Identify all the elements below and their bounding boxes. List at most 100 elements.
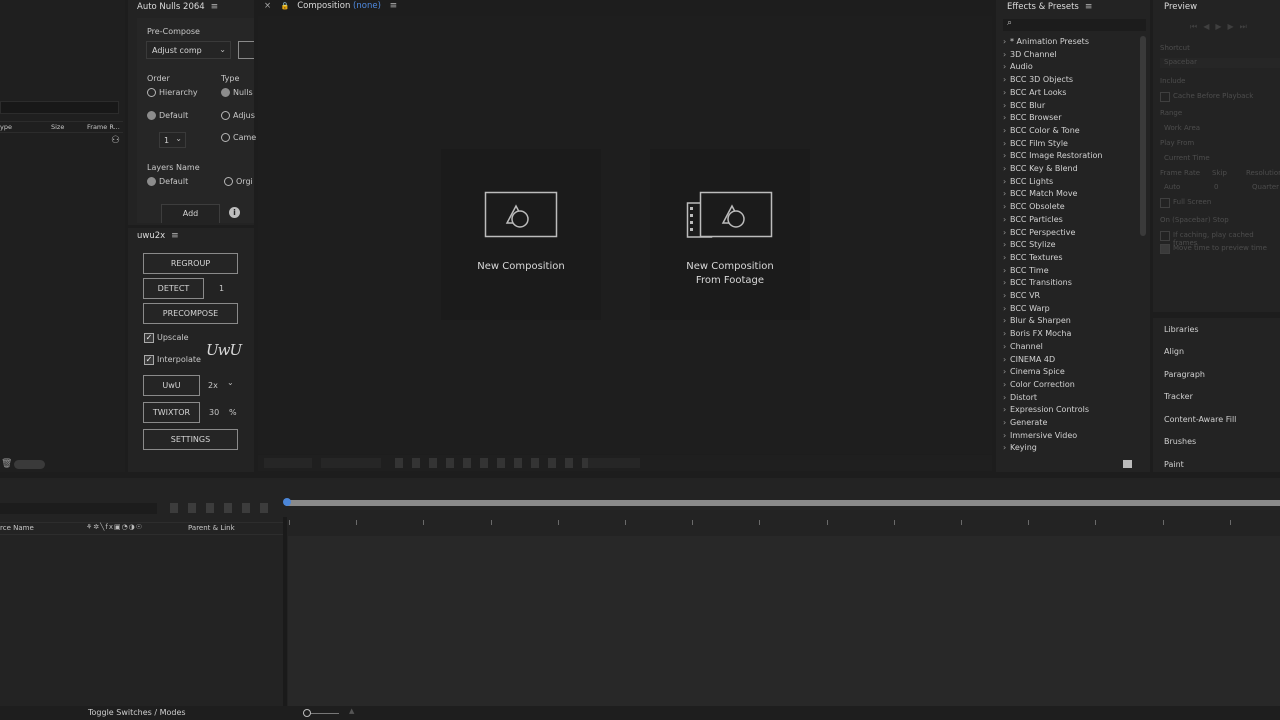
effects-list-item[interactable]: › Blur & Sharpen	[1003, 315, 1071, 328]
resolution-value[interactable]: Quarter	[1252, 183, 1279, 191]
timeline-work-area-bar[interactable]	[286, 500, 1280, 506]
detect-value[interactable]: 1	[219, 284, 224, 293]
if-caching-checkbox[interactable]	[1160, 231, 1170, 241]
switches-icons[interactable]: ⚘✲╲fx▣◔◑☉	[86, 523, 143, 531]
timeline-tool-icons[interactable]	[170, 503, 273, 513]
effects-list-item[interactable]: › Immersive Video	[1003, 430, 1077, 443]
effects-list-item[interactable]: › BCC Transitions	[1003, 277, 1072, 290]
precompose-select[interactable]: Adjust comp ⌄	[146, 41, 231, 59]
play-from-value[interactable]: Current Time	[1164, 154, 1210, 162]
effects-list-item[interactable]: › BCC Image Restoration	[1003, 150, 1103, 163]
regroup-button[interactable]: REGROUP	[143, 253, 238, 274]
effects-list-item[interactable]: › Channel	[1003, 341, 1043, 354]
timeline-divider[interactable]	[283, 517, 287, 710]
order-number-select[interactable]: 1 ⌄	[159, 132, 186, 148]
precompose-extra-button[interactable]	[238, 41, 254, 59]
magnification-select[interactable]	[264, 458, 312, 468]
effects-list-item[interactable]: › BCC VR	[1003, 290, 1040, 303]
full-screen-checkbox[interactable]	[1160, 198, 1170, 208]
lock-icon[interactable]: 🔒	[281, 2, 290, 10]
chevron-down-icon[interactable]: ⌄	[227, 378, 234, 387]
twixtor-value[interactable]: 30	[209, 408, 219, 417]
effects-list-item[interactable]: › BCC Art Looks	[1003, 87, 1066, 100]
effects-list-item[interactable]: › Generate	[1003, 417, 1047, 430]
composition-tab[interactable]: × 🔒 Composition (none) ≡	[264, 1, 397, 15]
effects-list-item[interactable]: › BCC Stylize	[1003, 239, 1056, 252]
upscale-checkbox[interactable]: ✓	[144, 333, 154, 343]
effects-list-item[interactable]: › BCC Match Move	[1003, 188, 1077, 201]
column-size[interactable]: Size	[51, 123, 64, 131]
effects-list-item[interactable]: › BCC Color & Tone	[1003, 125, 1080, 138]
exposure-field[interactable]	[588, 458, 640, 468]
twixtor-button[interactable]: TWIXTOR	[143, 402, 200, 423]
effects-list-item[interactable]: › BCC Browser	[1003, 112, 1061, 125]
cache-before-playback-checkbox[interactable]	[1160, 92, 1170, 102]
effects-list-item[interactable]: › BCC Obsolete	[1003, 201, 1065, 214]
work-area-start-handle[interactable]	[283, 498, 291, 506]
move-time-checkbox[interactable]	[1160, 244, 1170, 254]
source-name-column[interactable]: rce Name	[0, 524, 34, 532]
effects-list-item[interactable]: › Distort	[1003, 392, 1037, 405]
effects-list-item[interactable]: › BCC Film Style	[1003, 138, 1068, 151]
panel-menu-icon[interactable]: ≡	[390, 1, 398, 11]
panel-menu-icon[interactable]: ≡	[211, 2, 219, 12]
effects-search[interactable]: ⌕	[1003, 18, 1146, 31]
order-hierarchy-radio[interactable]	[147, 88, 156, 97]
parent-link-column[interactable]: Parent & Link	[188, 524, 235, 532]
layers-name-default-radio[interactable]	[147, 177, 156, 186]
precompose-button[interactable]: PRECOMPOSE	[143, 303, 238, 324]
effects-list-item[interactable]: › BCC Time	[1003, 265, 1049, 278]
effects-list-item[interactable]: › BCC Lights	[1003, 176, 1053, 189]
type-camera-radio[interactable]	[221, 133, 230, 142]
frame-rate-value[interactable]: Auto	[1164, 183, 1180, 191]
effects-list-item[interactable]: › Audio	[1003, 61, 1033, 74]
column-type[interactable]: ype	[0, 123, 12, 131]
project-search[interactable]	[0, 101, 119, 114]
effects-list-item[interactable]: › BCC Textures	[1003, 252, 1063, 265]
brushes-panel-tab[interactable]: Brushes	[1164, 437, 1196, 446]
flowchart-icon[interactable]: ⚇	[111, 135, 120, 146]
effects-list-item[interactable]: › BCC Particles	[1003, 214, 1063, 227]
effects-list-item[interactable]: › * Animation Presets	[1003, 36, 1089, 49]
effects-list-item[interactable]: › CINEMA 4D	[1003, 354, 1055, 367]
effects-list-item[interactable]: › BCC Blur	[1003, 100, 1045, 113]
trash-icon[interactable]: 🗑	[1, 459, 12, 469]
new-bin-icon[interactable]	[1123, 460, 1132, 468]
paint-panel-tab[interactable]: Paint	[1164, 460, 1184, 469]
zoom-slider-thumb[interactable]	[303, 709, 311, 717]
panel-menu-icon[interactable]: ≡	[171, 231, 179, 241]
viewer-tool-buttons[interactable]	[395, 458, 595, 468]
type-nulls-radio[interactable]	[221, 88, 230, 97]
effects-list-item[interactable]: › 3D Channel	[1003, 49, 1057, 62]
column-frame-rate[interactable]: Frame R...	[87, 123, 120, 131]
effects-list-item[interactable]: › Expression Controls	[1003, 404, 1089, 417]
order-default-radio[interactable]	[147, 111, 156, 120]
layers-name-original-radio[interactable]	[224, 177, 233, 186]
libraries-panel-tab[interactable]: Libraries	[1164, 325, 1199, 334]
scale-select-value[interactable]: 2x	[208, 381, 218, 390]
type-adjustment-radio[interactable]	[221, 111, 230, 120]
interpolate-checkbox[interactable]: ✓	[144, 355, 154, 365]
shortcut-select[interactable]: Spacebar	[1160, 58, 1280, 68]
uwu-button[interactable]: UwU	[143, 375, 200, 396]
effects-list-item[interactable]: › BCC Warp	[1003, 303, 1050, 316]
zoom-in-icon[interactable]: ▲	[349, 707, 354, 715]
detect-button[interactable]: DETECT	[143, 278, 204, 299]
content-aware-fill-panel-tab[interactable]: Content-Aware Fill	[1164, 415, 1236, 424]
effects-list-item[interactable]: › Boris FX Mocha	[1003, 328, 1071, 341]
bpc-toggle[interactable]	[14, 460, 45, 469]
new-composition-from-footage-card[interactable]: New Composition From Footage	[650, 149, 810, 320]
effects-scrollbar[interactable]	[1140, 36, 1146, 236]
add-button[interactable]: Add	[161, 204, 220, 223]
toggle-switches-modes[interactable]: Toggle Switches / Modes	[88, 708, 186, 717]
settings-button[interactable]: SETTINGS	[143, 429, 238, 450]
effects-list-item[interactable]: › BCC Key & Blend	[1003, 163, 1078, 176]
effects-list-item[interactable]: › BCC Perspective	[1003, 227, 1075, 240]
effects-list-item[interactable]: › BCC 3D Objects	[1003, 74, 1073, 87]
skip-value[interactable]: 0	[1214, 183, 1218, 191]
tracker-panel-tab[interactable]: Tracker	[1164, 392, 1193, 401]
range-value[interactable]: Work Area	[1164, 124, 1200, 132]
resolution-select[interactable]	[321, 458, 381, 468]
info-icon[interactable]: i	[229, 207, 240, 218]
paragraph-panel-tab[interactable]: Paragraph	[1164, 370, 1205, 379]
